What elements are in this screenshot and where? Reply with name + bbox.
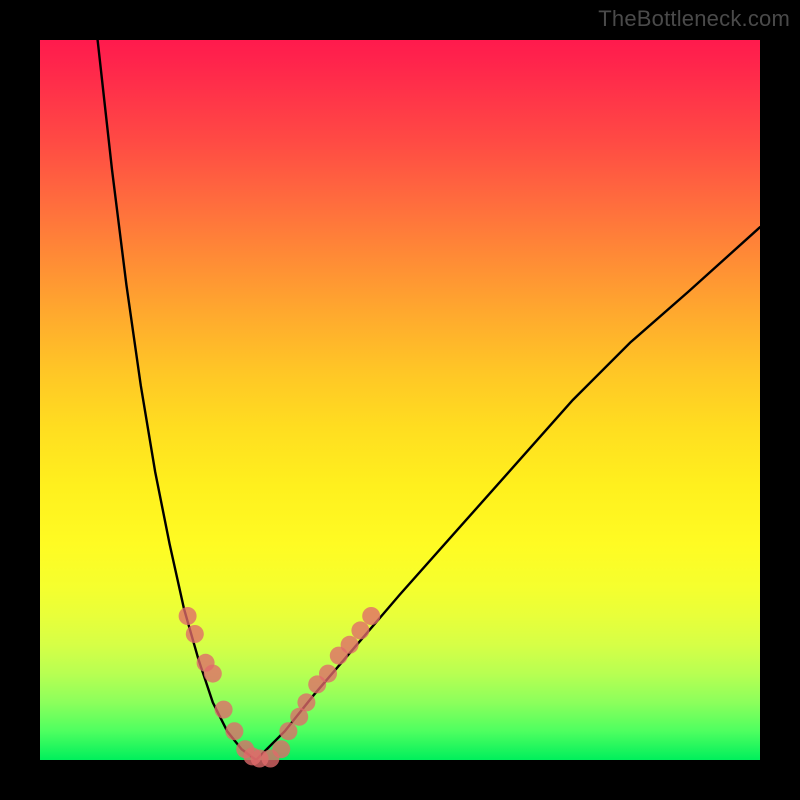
dot-dot-overlay-right: [341, 636, 359, 654]
series-left-curve: [98, 40, 256, 760]
dot-dot-overlay-left: [225, 722, 243, 740]
dot-dot-overlay-right: [319, 665, 337, 683]
watermark-text: TheBottleneck.com: [598, 6, 790, 32]
dot-dot-overlay-right: [297, 693, 315, 711]
dot-dot-overlay-right: [351, 621, 369, 639]
dot-dot-overlay-right: [362, 607, 380, 625]
dot-dot-overlay-bottom: [272, 740, 290, 758]
curve-layer: [98, 40, 760, 760]
plot-area: [40, 40, 760, 760]
dot-dot-overlay-left: [215, 701, 233, 719]
dot-dot-overlay-left: [179, 607, 197, 625]
chart-frame: TheBottleneck.com: [0, 0, 800, 800]
dot-dot-overlay-right: [279, 722, 297, 740]
dot-dot-overlay-left: [186, 625, 204, 643]
dot-dot-overlay-left: [204, 665, 222, 683]
chart-svg: [40, 40, 760, 760]
